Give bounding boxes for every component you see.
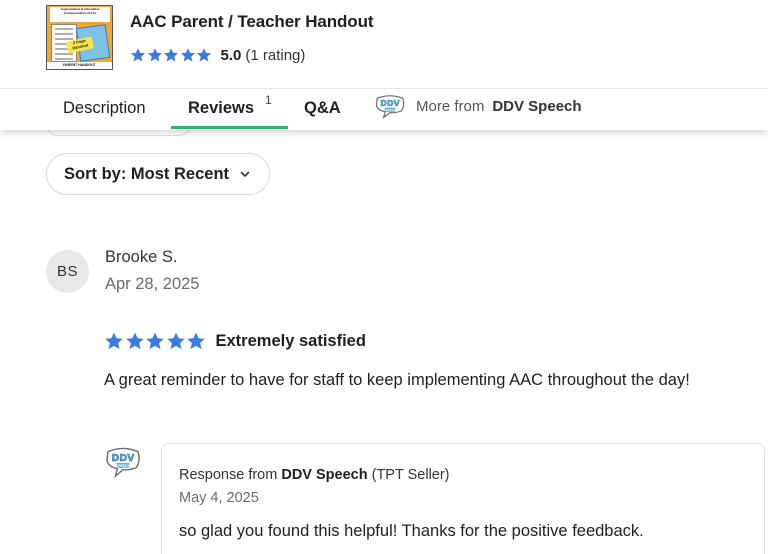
reviewer-avatar: BS	[46, 250, 89, 293]
tab-reviews-count: 1	[265, 93, 272, 107]
sort-label: Sort by: Most Recent	[64, 164, 230, 183]
seller-response-card: Response from DDV Speech (TPT Seller) Ma…	[161, 443, 765, 554]
star-icon	[196, 47, 213, 63]
reviewer-name: Brooke S.	[105, 248, 178, 266]
response-date: May 4, 2025	[179, 490, 259, 506]
tab-qa[interactable]: Q&A	[304, 89, 341, 130]
tab-reviews-label: Reviews	[188, 99, 255, 117]
logo-text: DDV	[112, 453, 136, 464]
product-title[interactable]: AAC Parent / Teacher Handout	[130, 12, 374, 32]
response-header: Response from DDV Speech (TPT Seller)	[179, 467, 450, 483]
active-tab-indicator	[171, 126, 288, 129]
star-icon	[130, 47, 147, 63]
product-rating[interactable]: 5.0 (1 rating)	[130, 45, 305, 65]
rating-value: 5.0	[220, 46, 242, 64]
star-icon	[145, 331, 166, 351]
review-date: Apr 28, 2025	[105, 275, 200, 293]
response-prefix: Response from	[179, 467, 278, 483]
product-tabs: Description Reviews 1 Q&A DDV SPEECH Mor…	[0, 89, 768, 130]
rating-count: (1 rating)	[245, 46, 306, 64]
tab-description[interactable]: Description	[63, 89, 146, 130]
sort-dropdown[interactable]: Sort by: Most Recent	[46, 153, 270, 195]
response-seller-role: (TPT Seller)	[371, 467, 450, 483]
logo-subtext: SPEECH	[384, 108, 397, 112]
star-icon	[147, 47, 164, 63]
logo-subtext: SPEECH	[116, 464, 131, 468]
star-icon	[166, 331, 187, 351]
thumbnail-footer: PARENT HANDOUT	[47, 62, 112, 69]
thumbnail-title: Augmentative & Alternative Communication…	[50, 7, 110, 22]
review-headline: Extremely satisfied	[215, 331, 366, 350]
seller-name: DDV Speech	[492, 98, 582, 115]
response-body: so glad you found this helpful! Thanks f…	[179, 522, 644, 540]
star-icon	[163, 47, 180, 63]
star-icon	[180, 47, 197, 63]
star-icon	[186, 331, 207, 351]
ddv-speech-logo-icon: DDV SPEECH	[375, 95, 405, 119]
tab-reviews[interactable]: Reviews 1	[171, 89, 288, 130]
product-header: Augmentative & Alternative Communication…	[0, 0, 768, 130]
star-icon	[125, 331, 146, 351]
product-thumbnail[interactable]: Augmentative & Alternative Communication…	[46, 5, 113, 70]
more-from-label: More from	[416, 98, 485, 115]
review-rating: Extremely satisfied	[104, 331, 366, 351]
star-icon	[104, 331, 125, 351]
logo-text: DDV	[380, 99, 400, 108]
response-seller-name[interactable]: DDV Speech	[281, 467, 367, 483]
review-body: A great reminder to have for staff to ke…	[104, 371, 690, 389]
ddv-speech-logo-icon: DDV SPEECH	[106, 447, 140, 479]
chevron-down-icon	[240, 171, 250, 177]
tab-more-from-seller[interactable]: DDV SPEECH More from DDV Speech	[374, 89, 582, 125]
product-star-rating	[130, 47, 213, 63]
